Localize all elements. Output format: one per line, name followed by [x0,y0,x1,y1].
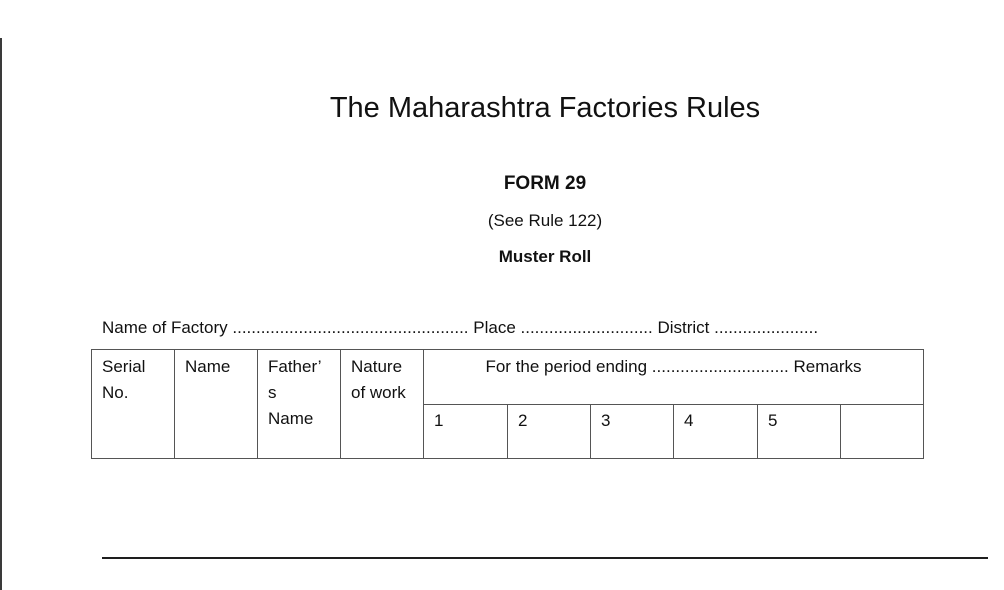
day-column-2: 2 [507,404,591,459]
day-column-4: 4 [673,404,758,459]
document-title: The Maharashtra Factories Rules [329,92,761,124]
header-serial-no: Serial No. [91,349,175,459]
rule-reference: (See Rule 122) [487,211,603,230]
header-name: Name [174,349,258,459]
header-nature-of-work: Nature of work [340,349,424,459]
day-column-5: 5 [757,404,841,459]
day-column-3: 3 [590,404,674,459]
factory-fields-line: Name of Factory ........................… [102,318,819,337]
header-fathers-name: Father’ s Name [257,349,341,459]
table-header-row: Serial No. Name Father’ s Name Nature of… [91,349,924,459]
remarks-column [840,404,924,459]
form-subtitle: Muster Roll [498,247,592,266]
day-column-1: 1 [423,404,508,459]
form-number: FORM 29 [503,173,587,194]
horizontal-rule [102,557,988,559]
header-period-ending: For the period ending ..................… [423,349,924,405]
muster-roll-table: Serial No. Name Father’ s Name Nature of… [91,349,924,459]
